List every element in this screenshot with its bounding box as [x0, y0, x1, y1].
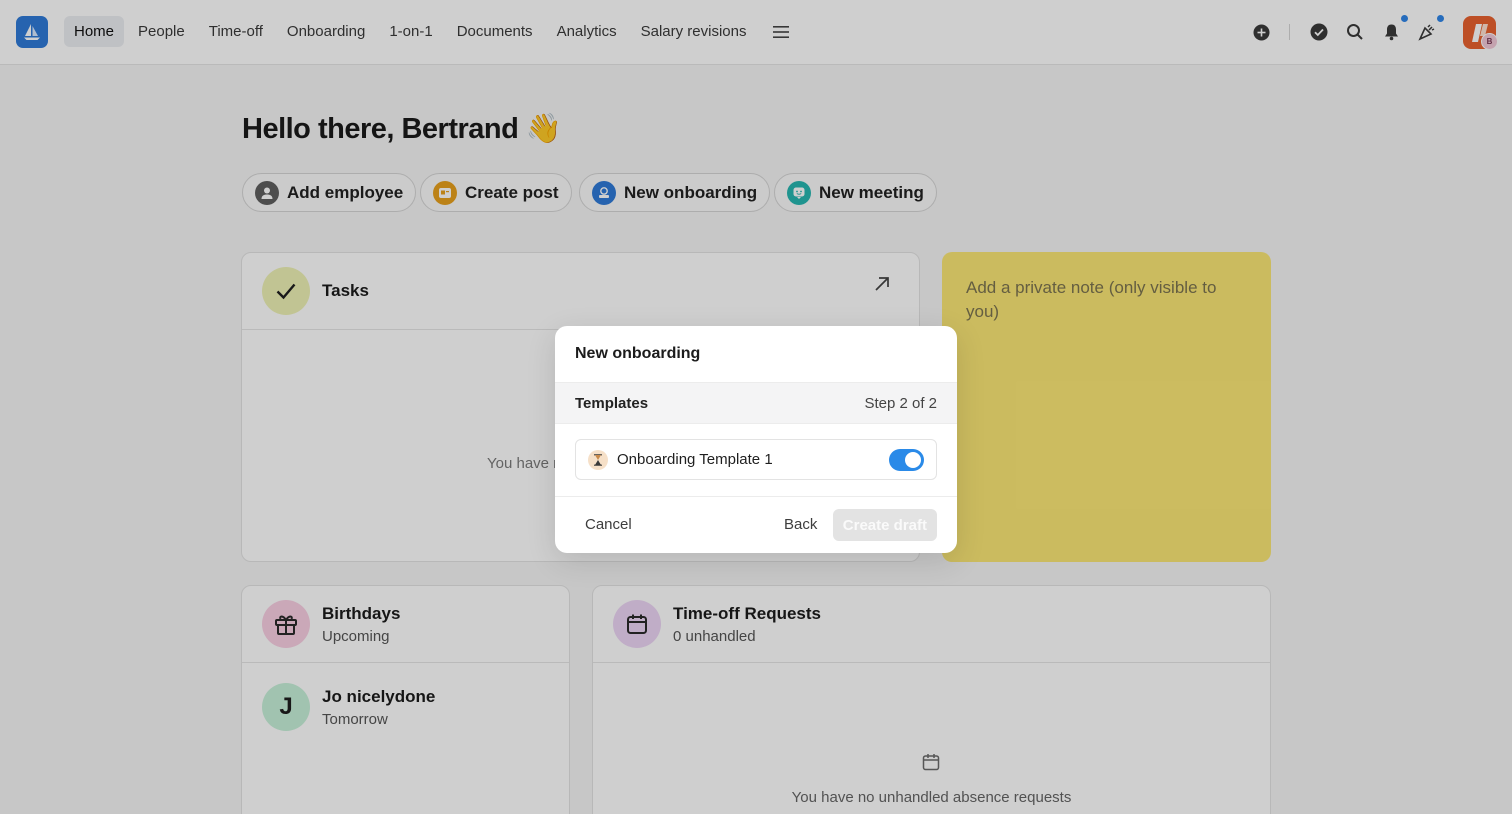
template-option[interactable]: Onboarding Template 1 [575, 439, 937, 480]
dialog-footer: Cancel Back Create draft [555, 496, 957, 553]
dialog-title: New onboarding [575, 345, 701, 362]
hourglass-icon [588, 450, 608, 470]
create-draft-button[interactable]: Create draft [832, 509, 937, 541]
template-name: Onboarding Template 1 [617, 451, 773, 468]
back-button[interactable]: Back [784, 516, 817, 533]
step-indicator: Step 2 of 2 [864, 395, 937, 412]
templates-section-header: Templates Step 2 of 2 [555, 382, 957, 424]
templates-heading: Templates [575, 395, 649, 412]
toggle-knob [905, 452, 921, 468]
new-onboarding-dialog: New onboarding Templates Step 2 of 2 Onb… [555, 326, 957, 553]
template-toggle[interactable] [889, 449, 924, 471]
cancel-button[interactable]: Cancel [585, 516, 632, 533]
